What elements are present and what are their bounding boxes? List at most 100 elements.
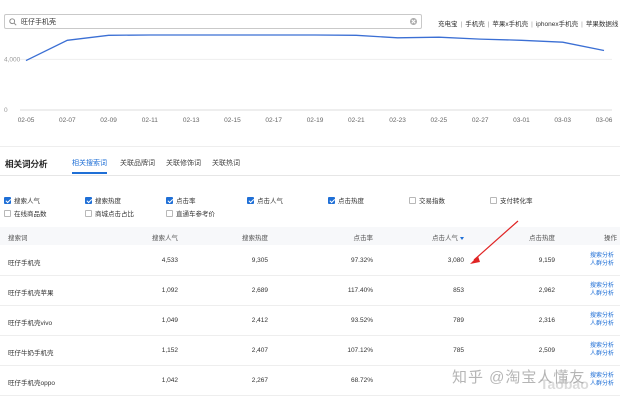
separator: |	[531, 21, 533, 28]
search-analysis-link[interactable]: 搜索分析	[590, 372, 614, 380]
cell-search-pop: 4,533	[161, 257, 178, 264]
option-checkbox[interactable]: 商城点击占比	[85, 208, 134, 218]
cell-click-pop: 785	[453, 347, 464, 354]
related-search-link[interactable]: 充电宝	[438, 21, 458, 28]
cell-search-heat: 2,689	[251, 287, 268, 294]
search-analysis-link[interactable]: 搜索分析	[590, 312, 614, 320]
search-analysis-link[interactable]: 搜索分析	[590, 252, 614, 260]
row-actions: 搜索分析 人群分析	[590, 342, 614, 358]
x-tick-label: 03-06	[596, 117, 613, 124]
x-tick-label: 02-27	[472, 117, 489, 124]
separator: |	[460, 21, 463, 28]
search-analysis-link[interactable]: 搜索分析	[590, 282, 614, 290]
divider	[0, 146, 620, 147]
cell-keyword: 旺仔手机壳苹果	[8, 290, 54, 297]
cell-click-heat: 2,509	[538, 347, 555, 354]
option-checkbox[interactable]: 点击率	[166, 195, 196, 205]
y-tick-label: 4,000	[4, 56, 21, 63]
crowd-analysis-link[interactable]: 人群分析	[590, 380, 614, 388]
column-header: 搜索人气	[118, 232, 178, 242]
column-header: 操作	[604, 232, 617, 242]
option-label: 直通车参考价	[176, 211, 215, 218]
cell-keyword: 旺仔手机壳vivo	[8, 320, 53, 327]
option-label: 搜索人气	[14, 198, 40, 205]
x-tick-label: 02-05	[18, 117, 35, 124]
cell-search-heat: 2,412	[251, 317, 268, 324]
row-actions: 搜索分析 人群分析	[590, 282, 614, 298]
x-tick-label: 02-25	[431, 117, 448, 124]
separator: |	[581, 21, 583, 28]
unchecked-icon	[85, 210, 92, 217]
cell-search-heat: 2,267	[251, 377, 268, 384]
column-header-label: 搜索词	[8, 235, 28, 242]
crowd-analysis-link[interactable]: 人群分析	[590, 290, 614, 298]
tab-3[interactable]: 关联热词	[212, 158, 240, 168]
checked-icon	[166, 197, 173, 204]
tab-2[interactable]: 关联修饰词	[166, 158, 201, 168]
search-input[interactable]: 旺仔手机壳	[4, 14, 422, 29]
row-actions: 搜索分析 人群分析	[590, 372, 614, 388]
row-actions: 搜索分析 人群分析	[590, 252, 614, 268]
related-searches: 充电宝 | 手机壳 | 苹果x手机壳 | iphonex手机壳 | 苹果数据线	[438, 18, 618, 28]
cell-ctr: 68.72%	[350, 377, 373, 384]
related-search-link[interactable]: 苹果x手机壳	[492, 21, 528, 28]
option-label: 支付转化率	[500, 198, 533, 205]
series-line	[25, 34, 605, 62]
top-bar: 旺仔手机壳 充电宝 | 手机壳 | 苹果x手机壳 | iphonex手机壳 | 苹果数据线	[0, 8, 620, 34]
checked-icon	[328, 197, 335, 204]
option-checkbox[interactable]: 点击热度	[328, 195, 364, 205]
section-title: 相关词分析	[5, 159, 48, 169]
x-tick-label: 02-15	[224, 117, 241, 124]
x-tick-label: 02-07	[59, 117, 76, 124]
option-label: 点击率	[176, 198, 196, 205]
related-search-link[interactable]: 手机壳	[465, 21, 485, 28]
column-header[interactable]: 点击人气	[404, 232, 464, 242]
option-checkbox[interactable]: 点击人气	[247, 195, 283, 205]
option-checkbox[interactable]: 直通车参考价	[166, 208, 215, 218]
cell-search-pop: 1,092	[161, 287, 178, 294]
option-checkbox[interactable]: 支付转化率	[490, 195, 533, 205]
table-row: 旺仔手机壳苹果 1,092 2,689 117.40% 853 2,962 搜索分析 人群分析	[0, 276, 620, 306]
x-tick-label: 02-21	[348, 117, 365, 124]
option-checkbox[interactable]: 搜索人气	[4, 195, 40, 205]
related-search-link[interactable]: iphonex手机壳	[536, 21, 578, 28]
x-tick-label: 02-23	[389, 117, 406, 124]
clear-icon[interactable]	[410, 18, 417, 25]
crowd-analysis-link[interactable]: 人群分析	[590, 260, 614, 268]
column-header: 搜索热度	[208, 232, 268, 242]
crowd-analysis-link[interactable]: 人群分析	[590, 320, 614, 328]
crowd-analysis-link[interactable]: 人群分析	[590, 350, 614, 358]
cell-search-heat: 9,305	[251, 257, 268, 264]
option-label: 商城点击占比	[95, 211, 134, 218]
search-icon	[9, 18, 17, 26]
y-tick-label: 0	[4, 107, 8, 114]
search-analysis-link[interactable]: 搜索分析	[590, 342, 614, 350]
cell-search-pop: 1,049	[161, 317, 178, 324]
cell-click-heat: 2,962	[538, 287, 555, 294]
option-checkbox[interactable]: 在线商品数	[4, 208, 47, 218]
cell-ctr: 93.52%	[350, 317, 373, 324]
column-header-label: 操作	[604, 235, 617, 242]
x-tick-label: 03-01	[513, 117, 530, 124]
column-header: 搜索词	[8, 232, 28, 242]
column-header-label: 点击热度	[529, 235, 555, 242]
cell-search-pop: 1,042	[161, 377, 178, 384]
trend-chart: 4,000 0 02-05 02-07 02-09 02-11 02-13 02-15 02-1…	[4, 34, 613, 124]
x-tick-label: 02-09	[100, 117, 117, 124]
x-tick-label: 02-13	[183, 117, 200, 124]
option-checkbox[interactable]: 交易指数	[409, 195, 445, 205]
cell-ctr: 97.32%	[350, 257, 373, 264]
unchecked-icon	[4, 210, 11, 217]
tab-0[interactable]: 相关搜索词	[72, 158, 107, 174]
cell-click-heat: 2,316	[538, 317, 555, 324]
x-tick-label: 02-19	[307, 117, 324, 124]
search-value: 旺仔手机壳	[21, 19, 56, 26]
table-header: 搜索词 搜索人气 搜索热度 点击率 点击人气 点击热度 操作	[0, 227, 620, 245]
option-checkbox[interactable]: 搜索热度	[85, 195, 121, 205]
checked-icon	[247, 197, 254, 204]
column-header: 点击率	[313, 232, 374, 242]
related-search-link[interactable]: 苹果数据线	[586, 21, 619, 28]
table-row: 旺仔手机壳 4,533 9,305 97.32% 3,080 9,159 搜索分析 人群分析	[0, 246, 620, 276]
unchecked-icon	[490, 197, 497, 204]
tab-1[interactable]: 关联品牌词	[120, 158, 155, 168]
